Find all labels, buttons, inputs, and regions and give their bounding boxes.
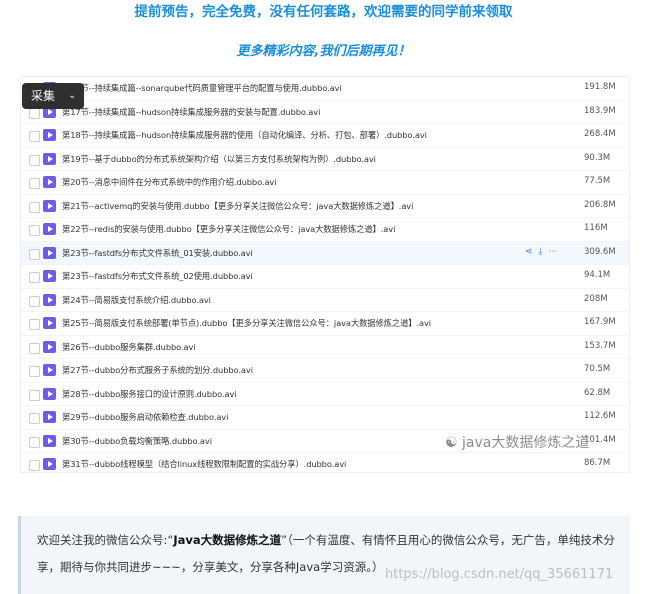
file-row[interactable]: 第23节--fastdfs分布式文件系统_02使用.dubbo.avi 94.1M: [21, 265, 629, 289]
file-name[interactable]: 第18节--持续集成篇--hudson持续集成服务器的使用（自动化编译、分析、打…: [62, 129, 427, 141]
file-size: 268.4M: [584, 129, 616, 139]
file-name[interactable]: 第29节--dubbo服务启动依赖检查.dubbo.avi: [62, 411, 228, 423]
file-size: 206.8M: [584, 199, 616, 210]
video-file-icon: [43, 317, 56, 329]
file-size: 70.5M: [584, 364, 611, 374]
row-actions: ⋖⤓⋯: [525, 247, 564, 257]
account-name: Java大数据修炼之道: [173, 533, 282, 547]
blog-watermark: https://blog.csdn.net/qq_35661171: [385, 567, 614, 582]
row-checkbox[interactable]: [29, 131, 40, 142]
video-file-icon: [43, 152, 56, 165]
video-file-icon: [43, 387, 56, 400]
file-name[interactable]: 第30节--dubbo负载均衡策略.dubbo.avi: [62, 435, 212, 447]
file-row[interactable]: 第19节--基于dubbo的分布式系统架构介绍（以第三方支付系统架构为例）.du…: [21, 148, 629, 171]
file-row[interactable]: 第31节--dubbo线程模型（结合linux线程数限制配置的实战分享）.dub…: [21, 453, 629, 472]
footer-note: 欢迎关注我的微信公众号:“Java大数据修炼之道”（一个有温度、有情怀且用心的微…: [18, 516, 630, 594]
row-checkbox[interactable]: [29, 389, 40, 401]
video-file-icon: [43, 199, 56, 212]
row-checkbox[interactable]: [29, 295, 40, 307]
file-row[interactable]: 第25节--简易版支付系统部署(单节点).dubbo【更多分享关注微信公众号：j…: [21, 312, 629, 336]
video-file-icon: [43, 246, 56, 259]
file-row[interactable]: 第23节--fastdfs分布式文件系统_01安装.dubbo.avi ⋖⤓⋯ 30…: [21, 241, 629, 265]
file-name[interactable]: 第20节--消息中间件在分布式系统中的作用介绍.dubbo.avi: [62, 176, 277, 188]
promo-subheadline: 更多精彩内容,我们后期再见！: [236, 44, 411, 59]
file-row[interactable]: 第18节--持续集成篇--hudson持续集成服务器的使用（自动化编译、分析、打…: [21, 124, 629, 148]
row-checkbox[interactable]: [29, 319, 40, 330]
row-checkbox[interactable]: [29, 201, 40, 213]
file-name[interactable]: 第17节--持续集成篇--hudson持续集成服务器的安装与配置.dubbo.a…: [62, 106, 320, 118]
file-name[interactable]: 第25节--简易版支付系统部署(单节点).dubbo【更多分享关注微信公众号：j…: [62, 317, 431, 329]
file-row[interactable]: 第27节--dubbo分布式服务子系统的划分.dubbo.avi 70.5M: [21, 359, 629, 383]
file-name[interactable]: 第24节--简易版支付系统介绍.dubbo.avi: [62, 294, 211, 306]
video-file-icon: [43, 434, 56, 447]
file-size: 77.5M: [584, 176, 611, 186]
file-size: 86.7M: [584, 458, 611, 468]
video-file-icon: [43, 458, 56, 470]
footer-prefix: 欢迎关注我的微信公众号:“: [37, 533, 174, 547]
file-list-panel: 第16节--持续集成篇--sonarqube代码质量管理平台的配置与使用.dub…: [20, 76, 630, 473]
wechat-watermark: ☯ java大数据修炼之道: [445, 432, 589, 452]
file-name[interactable]: 第16节--持续集成篇--sonarqube代码质量管理平台的配置与使用.dub…: [62, 82, 342, 94]
file-size: 183.9M: [584, 105, 616, 116]
file-row[interactable]: 第24节--简易版支付系统介绍.dubbo.avi 208M: [21, 289, 629, 312]
row-checkbox[interactable]: [29, 225, 40, 236]
file-name[interactable]: 第26节--dubbo服务集群.dubbo.avi: [62, 341, 196, 353]
video-file-icon: [43, 340, 56, 353]
row-checkbox[interactable]: [29, 107, 40, 119]
file-name[interactable]: 第23节--fastdfs分布式文件系统_01安装.dubbo.avi: [62, 247, 253, 259]
watermark-text: java大数据修炼之道: [462, 435, 590, 451]
wechat-icon: ☯: [445, 435, 458, 451]
row-checkbox[interactable]: [29, 178, 40, 189]
row-checkbox[interactable]: [29, 272, 40, 283]
video-file-icon: [43, 364, 56, 376]
file-size: 94.1M: [584, 270, 611, 280]
file-row[interactable]: 第21节--activemq的安装与使用.dubbo【更多分享关注微信公众号：j…: [21, 195, 629, 218]
file-row[interactable]: 第22节--redis的安装与使用.dubbo【更多分享关注微信公众号：java…: [21, 218, 629, 242]
file-name[interactable]: 第31节--dubbo线程模型（结合linux线程数限制配置的实战分享）.dub…: [62, 458, 346, 470]
video-file-icon: [43, 176, 56, 188]
file-size: 208M: [584, 293, 608, 304]
file-name[interactable]: 第22节--redis的安装与使用.dubbo【更多分享关注微信公众号：java…: [62, 223, 395, 235]
video-file-icon: [43, 411, 56, 423]
file-size: 90.3M: [584, 152, 611, 163]
file-row[interactable]: 第29节--dubbo服务启动依赖检查.dubbo.avi 112.6M: [21, 406, 629, 430]
file-row[interactable]: 第17节--持续集成篇--hudson持续集成服务器的安装与配置.dubbo.a…: [21, 101, 629, 124]
file-row[interactable]: 第26节--dubbo服务集群.dubbo.avi 153.7M: [21, 336, 629, 359]
video-file-icon: [43, 270, 56, 282]
row-checkbox[interactable]: [29, 460, 40, 471]
video-file-icon: [43, 129, 56, 141]
row-checkbox[interactable]: [29, 342, 40, 354]
file-size: 153.7M: [584, 340, 616, 351]
collect-label: 采集: [31, 89, 56, 103]
collect-button[interactable]: 采集 ⌄: [22, 83, 84, 109]
file-row[interactable]: 第16节--持续集成篇--sonarqube代码质量管理平台的配置与使用.dub…: [21, 77, 629, 101]
file-row[interactable]: 第20节--消息中间件在分布式系统中的作用介绍.dubbo.avi 77.5M: [21, 171, 629, 195]
file-row[interactable]: 第28节--dubbo服务接口的设计原则.dubbo.avi 62.8M: [21, 383, 629, 406]
promo-headline: 提前预告，完全免费，没有任何套路，欢迎需要的同学前来领取: [134, 4, 513, 20]
row-checkbox[interactable]: [29, 413, 40, 424]
row-checkbox[interactable]: [29, 366, 40, 377]
file-size: 62.8M: [584, 387, 611, 398]
file-size: 112.6M: [584, 411, 616, 421]
chevron-down-icon: ⌄: [68, 91, 76, 101]
file-size: 167.9M: [584, 317, 616, 327]
file-name[interactable]: 第28节--dubbo服务接口的设计原则.dubbo.avi: [62, 388, 237, 400]
row-checkbox[interactable]: [29, 436, 40, 448]
file-name[interactable]: 第19节--基于dubbo的分布式系统架构介绍（以第三方支付系统架构为例）.du…: [62, 153, 376, 165]
video-file-icon: [43, 293, 56, 306]
file-name[interactable]: 第27节--dubbo分布式服务子系统的划分.dubbo.avi: [62, 364, 253, 376]
row-checkbox[interactable]: [29, 248, 40, 260]
file-size: 191.8M: [584, 82, 616, 92]
file-size: 309.6M: [584, 246, 616, 257]
more-icon[interactable]: ⋯: [549, 247, 564, 257]
video-file-icon: [43, 223, 56, 235]
row-checkbox[interactable]: [29, 154, 40, 166]
share-icon[interactable]: ⋖: [525, 247, 539, 257]
file-name[interactable]: 第23节--fastdfs分布式文件系统_02使用.dubbo.avi: [62, 270, 253, 282]
download-icon[interactable]: ⤓: [539, 247, 549, 257]
file-size: 116M: [584, 223, 608, 233]
file-name[interactable]: 第21节--activemq的安装与使用.dubbo【更多分享关注微信公众号：j…: [62, 200, 413, 212]
